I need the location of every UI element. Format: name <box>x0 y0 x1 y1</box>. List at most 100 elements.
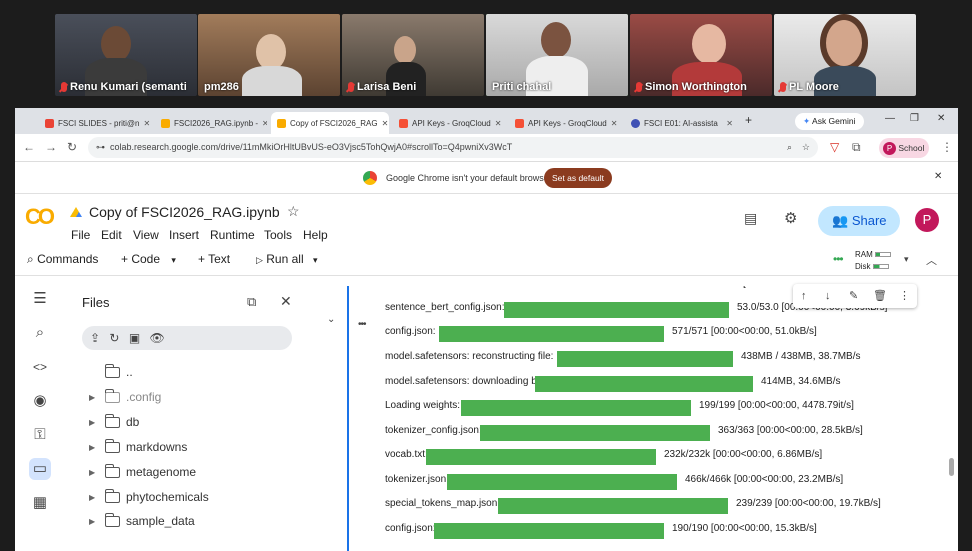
chevron-down-icon[interactable]: ▾ <box>904 254 909 265</box>
menu-tools[interactable]: Tools <box>264 228 292 242</box>
terminal-table-icon[interactable]: ▦ <box>29 492 51 514</box>
close-window-button[interactable]: ✕ <box>937 113 945 124</box>
account-avatar[interactable]: P <box>915 208 939 232</box>
close-icon[interactable]: ✕ <box>611 119 621 128</box>
minimize-button[interactable]: — <box>885 113 895 124</box>
browser-tab[interactable]: FSCI2026_RAG.ipynb - ✕ <box>155 112 267 134</box>
file-tree-item[interactable]: ▶ markdowns <box>89 436 187 458</box>
close-icon[interactable]: ✕ <box>143 119 151 128</box>
tab-label: FSCI2026_RAG.ipynb - <box>174 118 259 128</box>
collapse-cell-icon[interactable]: ⌄ <box>327 314 335 325</box>
run-all-label: Run all <box>266 252 304 266</box>
expand-arrow-icon[interactable]: ▶ <box>89 418 105 427</box>
scrollbar-thumb[interactable] <box>949 458 954 476</box>
refresh-icon[interactable]: ↻ <box>109 331 119 345</box>
set-default-button[interactable]: Set as default <box>544 168 612 188</box>
file-tree-item[interactable]: ▶ db <box>89 411 139 433</box>
expand-arrow-icon[interactable]: ▶ <box>89 493 105 502</box>
browser-tab[interactable]: FSCI E01: AI-assista ✕ <box>625 112 737 134</box>
share-button[interactable]: 👥 Share <box>818 206 900 236</box>
menu-help[interactable]: Help <box>303 228 328 242</box>
participant-tile[interactable]: Simon Worthington <box>630 14 772 96</box>
menu-view[interactable]: View <box>133 228 159 242</box>
browser-tab[interactable]: API Keys - GroqCloud ✕ <box>393 112 505 134</box>
extensions-puzzle-icon[interactable]: ⧉ <box>852 140 861 155</box>
settings-gear-icon[interactable]: ⚙ <box>784 209 797 227</box>
zoom-icon[interactable]: ⌕ <box>787 137 792 158</box>
delete-trash-icon[interactable]: 🗑 <box>873 284 887 308</box>
secrets-key-icon[interactable]: ⚿ <box>29 424 51 446</box>
file-tree-item[interactable]: ▶ .config <box>89 386 161 408</box>
participant-tile[interactable]: PL Moore <box>774 14 916 96</box>
add-code-button[interactable]: + Code ▾ <box>121 252 176 266</box>
open-in-tab-icon[interactable]: ⧉ <box>247 294 256 310</box>
find-icon[interactable]: ⌕ <box>29 322 51 344</box>
chrome-menu-icon[interactable]: ⋮ <box>941 140 953 154</box>
url-text: colab.research.google.com/drive/11mMkiOr… <box>110 142 513 152</box>
more-resources-icon[interactable]: ••• <box>833 252 844 266</box>
participant-tile[interactable]: Larisa Beni <box>342 14 484 96</box>
chevron-down-icon[interactable]: ▾ <box>171 255 176 265</box>
mount-drive-icon[interactable]: ▣ <box>129 331 140 345</box>
close-icon[interactable]: ✕ <box>726 119 737 128</box>
move-down-icon[interactable]: ↓ <box>825 284 831 308</box>
menu-runtime[interactable]: Runtime <box>210 228 255 242</box>
browser-tab[interactable]: FSCI SLIDES - priti@n ✕ <box>39 112 151 134</box>
file-tree-item[interactable]: ▶ sample_data <box>89 510 195 532</box>
menu-edit[interactable]: Edit <box>101 228 122 242</box>
file-tree-item[interactable]: ▶ phytochemicals <box>89 486 209 508</box>
commands-button[interactable]: ⌕ Commands <box>27 252 98 267</box>
profile-button[interactable]: P School <box>879 138 929 158</box>
address-bar[interactable]: ⊶ colab.research.google.com/drive/11mMki… <box>88 137 818 158</box>
ask-gemini-button[interactable]: ✦ Ask Gemini <box>795 113 864 130</box>
edit-pencil-icon[interactable]: ✎ <box>849 284 858 308</box>
menu-file[interactable]: File <box>71 228 90 242</box>
close-icon[interactable]: ✕ <box>262 119 267 128</box>
participant-tile[interactable]: pm286 <box>198 14 340 96</box>
more-vert-icon[interactable]: ⋮ <box>899 284 910 308</box>
code-snippets-icon[interactable]: <> <box>29 356 51 378</box>
infobar-message: Google Chrome isn't your default browser <box>386 173 552 183</box>
resource-monitor[interactable]: RAM Disk <box>855 249 892 273</box>
site-info-icon[interactable]: ⊶ <box>96 137 105 158</box>
progress-stats: 190/190 [00:00<00:00, 15.3kB/s] <box>672 523 817 534</box>
bookmark-star-icon[interactable]: ☆ <box>802 137 810 158</box>
expand-arrow-icon[interactable]: ▶ <box>89 468 105 477</box>
participant-tile[interactable]: Renu Kumari (semanti <box>55 14 197 96</box>
expand-arrow-icon[interactable]: ▶ <box>89 517 105 526</box>
back-icon[interactable]: ← <box>23 140 35 154</box>
close-icon[interactable]: ✕ <box>382 119 389 128</box>
show-hidden-icon[interactable]: 👁 <box>150 331 165 345</box>
comments-icon[interactable]: ▤ <box>744 210 757 227</box>
expand-arrow-icon[interactable]: ▶ <box>89 393 105 402</box>
close-icon[interactable]: ✕ <box>495 119 505 128</box>
browser-tab[interactable]: API Keys - GroqCloud ✕ <box>509 112 621 134</box>
variables-icon[interactable]: ◉ <box>29 390 51 412</box>
colab-logo[interactable]: CO <box>25 204 55 230</box>
new-tab-button[interactable]: + <box>745 113 752 127</box>
files-folder-icon[interactable]: ▭ <box>29 458 51 480</box>
chevron-down-icon[interactable]: ▾ <box>313 255 318 265</box>
forward-icon[interactable]: → <box>45 140 57 154</box>
upload-icon[interactable]: ⇪ <box>90 331 100 345</box>
file-tree-item[interactable]: ▶ metagenome <box>89 461 196 483</box>
file-tree-item[interactable]: .. <box>104 361 133 383</box>
notebook-title[interactable]: Copy of FSCI2026_RAG.ipynb <box>89 204 280 220</box>
run-all-button[interactable]: ▷ Run all ▾ <box>256 252 318 266</box>
expand-arrow-icon[interactable]: ▶ <box>89 443 105 452</box>
participant-tile-active-speaker[interactable]: Priti chahal <box>486 14 628 96</box>
browser-tab-active[interactable]: Copy of FSCI2026_RAG ✕ <box>271 112 389 134</box>
infobar-close-button[interactable]: ✕ <box>934 171 942 182</box>
reload-icon[interactable]: ↻ <box>67 140 77 154</box>
menu-insert[interactable]: Insert <box>169 228 199 242</box>
maximize-button[interactable]: ❐ <box>910 113 919 124</box>
collapse-header-icon[interactable]: ︿ <box>926 252 937 268</box>
move-up-icon[interactable]: ↑ <box>801 284 807 308</box>
colab-icon <box>277 118 286 128</box>
close-panel-icon[interactable]: ✕ <box>280 293 292 310</box>
table-of-contents-icon[interactable]: ☰ <box>29 288 51 310</box>
extension-icon[interactable]: ▽ <box>830 140 839 154</box>
add-text-button[interactable]: + Text <box>198 252 230 266</box>
groq-icon <box>399 118 408 128</box>
star-icon[interactable]: ☆ <box>287 203 300 220</box>
